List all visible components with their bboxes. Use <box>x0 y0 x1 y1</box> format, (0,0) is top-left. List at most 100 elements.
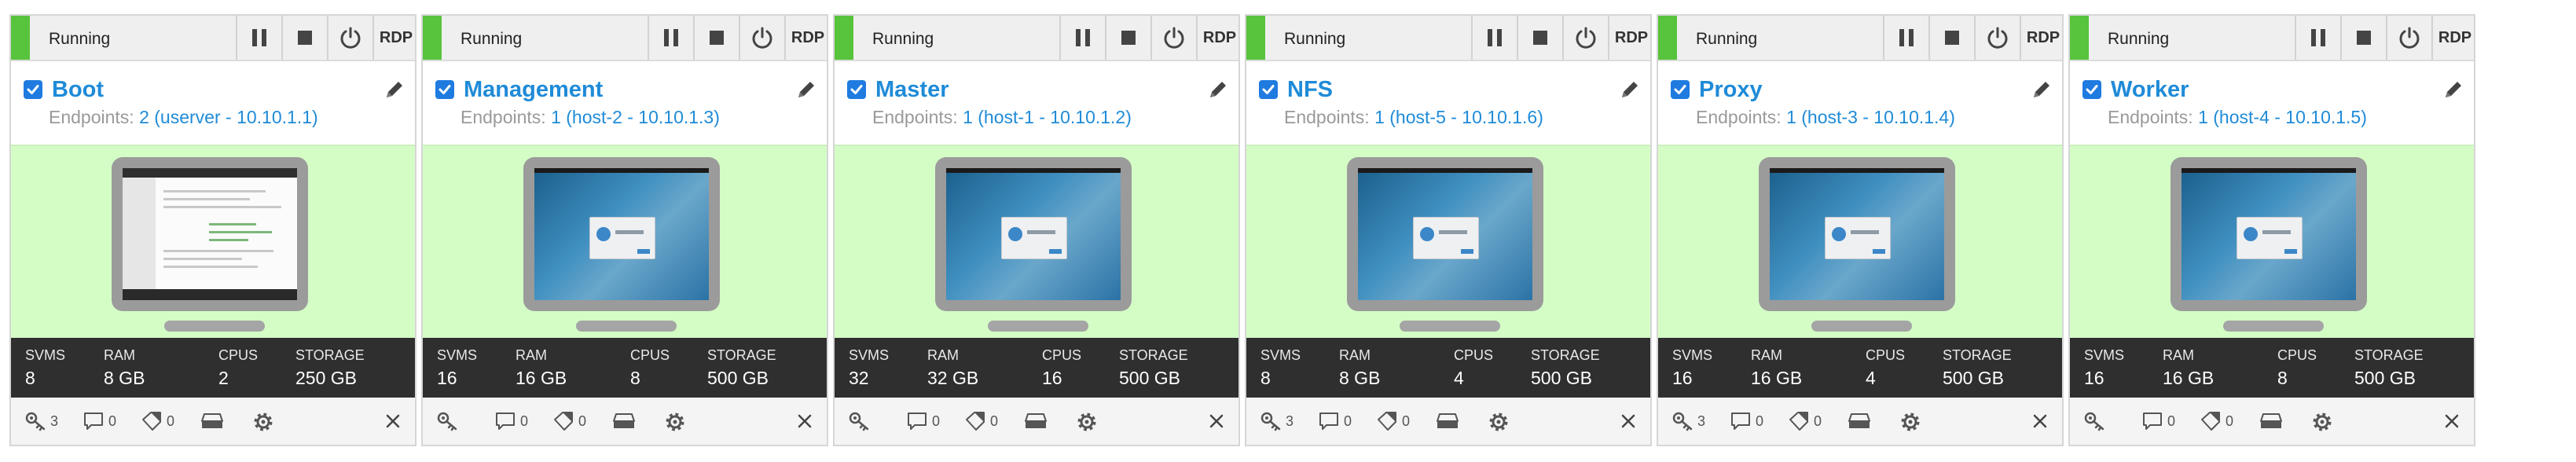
remove-vm-button[interactable] <box>2441 410 2463 432</box>
console-preview[interactable] <box>423 145 827 338</box>
endpoints-link[interactable]: 1 (host-2 - 10.10.1.3) <box>551 107 720 127</box>
power-button[interactable] <box>327 16 372 60</box>
keys-button[interactable] <box>435 410 462 432</box>
comments-button[interactable]: 0 <box>905 410 940 432</box>
pause-button[interactable] <box>648 16 693 60</box>
vm-select-checkbox[interactable] <box>2082 80 2101 99</box>
power-button[interactable] <box>1974 16 2020 60</box>
rdp-button[interactable]: RDP <box>1196 16 1242 60</box>
vm-select-checkbox[interactable] <box>1259 80 1278 99</box>
endpoints-link[interactable]: 2 (userver - 10.10.1.1) <box>139 107 318 127</box>
remove-vm-button[interactable] <box>1205 410 1227 432</box>
remove-vm-button[interactable] <box>794 410 816 432</box>
console-screen[interactable] <box>123 168 297 300</box>
vm-select-checkbox[interactable] <box>435 80 454 99</box>
stop-button[interactable] <box>2340 16 2386 60</box>
power-button[interactable] <box>1562 16 1608 60</box>
vm-name-link[interactable]: NFS <box>1287 77 1333 103</box>
edit-button[interactable] <box>1205 77 1231 102</box>
edit-button[interactable] <box>382 77 407 102</box>
endpoints-link[interactable]: 1 (host-5 - 10.10.1.6) <box>1374 107 1543 127</box>
console-screen[interactable] <box>1358 168 1532 300</box>
vm-select-checkbox[interactable] <box>24 80 42 99</box>
settings-button[interactable] <box>251 410 275 434</box>
settings-button[interactable] <box>1899 410 1922 434</box>
vm-name-link[interactable]: Boot <box>52 77 104 103</box>
endpoints-link[interactable]: 1 (host-4 - 10.10.1.5) <box>2198 107 2367 127</box>
console-screen[interactable] <box>1770 168 1944 300</box>
console-preview[interactable] <box>2070 145 2474 338</box>
endpoints-link[interactable]: 1 (host-1 - 10.10.1.2) <box>963 107 1132 127</box>
vm-name-link[interactable]: Management <box>464 77 603 103</box>
tags-button[interactable]: 0 <box>1787 410 1822 432</box>
comments-button[interactable]: 0 <box>1729 410 1763 432</box>
keys-button[interactable]: 3 <box>1259 410 1294 432</box>
edit-button[interactable] <box>1617 77 1642 102</box>
checkmark-icon <box>27 85 39 94</box>
console-preview[interactable] <box>11 145 415 338</box>
pause-button[interactable] <box>1059 16 1105 60</box>
edit-button[interactable] <box>2029 77 2054 102</box>
pause-button[interactable] <box>1883 16 1928 60</box>
rdp-button[interactable]: RDP <box>372 16 418 60</box>
remove-vm-button[interactable] <box>1617 410 1639 432</box>
keys-button[interactable]: 3 <box>24 410 58 432</box>
edit-button[interactable] <box>2441 77 2466 102</box>
stop-button[interactable] <box>1105 16 1150 60</box>
rdp-button[interactable]: RDP <box>2020 16 2065 60</box>
vm-name-link[interactable]: Worker <box>2111 77 2189 103</box>
stat-value: 16 <box>2084 368 2104 388</box>
console-preview[interactable] <box>1246 145 1650 338</box>
vm-name-link[interactable]: Proxy <box>1699 77 1763 103</box>
power-button[interactable] <box>739 16 784 60</box>
vm-select-checkbox[interactable] <box>847 80 866 99</box>
vm-name-link[interactable]: Master <box>875 77 949 103</box>
drive-button[interactable] <box>1023 410 1048 432</box>
pencil-icon <box>387 82 402 97</box>
remove-vm-button[interactable] <box>382 410 404 432</box>
console-screen[interactable] <box>946 168 1121 300</box>
remove-vm-button[interactable] <box>2029 410 2051 432</box>
tags-button[interactable]: 0 <box>1375 410 1410 432</box>
user-avatar <box>1420 227 1434 241</box>
drive-button[interactable] <box>2259 410 2284 432</box>
tags-button[interactable]: 0 <box>140 410 174 432</box>
console-screen[interactable] <box>2182 168 2356 300</box>
tags-button[interactable]: 0 <box>963 410 998 432</box>
stop-button[interactable] <box>1517 16 1562 60</box>
console-preview[interactable] <box>1658 145 2062 338</box>
pause-button[interactable] <box>2295 16 2340 60</box>
drive-button[interactable] <box>1435 410 1460 432</box>
tags-button[interactable]: 0 <box>2199 410 2233 432</box>
pause-button[interactable] <box>236 16 281 60</box>
pause-button[interactable] <box>1471 16 1517 60</box>
drive-button[interactable] <box>1847 410 1872 432</box>
keys-button[interactable] <box>2082 410 2109 432</box>
settings-button[interactable] <box>663 410 687 434</box>
stop-button[interactable] <box>1928 16 1974 60</box>
settings-button[interactable] <box>1075 410 1099 434</box>
keys-button[interactable] <box>847 410 874 432</box>
stop-button[interactable] <box>281 16 327 60</box>
settings-button[interactable] <box>2310 410 2334 434</box>
edit-button[interactable] <box>794 77 819 102</box>
endpoints-link[interactable]: 1 (host-3 - 10.10.1.4) <box>1786 107 1955 127</box>
keys-button[interactable]: 3 <box>1671 410 1705 432</box>
power-button[interactable] <box>1150 16 1196 60</box>
comments-button[interactable]: 0 <box>1317 410 1352 432</box>
rdp-button[interactable]: RDP <box>784 16 830 60</box>
console-screen[interactable] <box>534 168 709 300</box>
rdp-button[interactable]: RDP <box>1608 16 1653 60</box>
comments-button[interactable]: 0 <box>82 410 116 432</box>
comments-button[interactable]: 0 <box>494 410 528 432</box>
console-preview[interactable] <box>835 145 1238 338</box>
vm-select-checkbox[interactable] <box>1671 80 1690 99</box>
drive-button[interactable] <box>200 410 225 432</box>
settings-button[interactable] <box>1487 410 1510 434</box>
power-button[interactable] <box>2386 16 2431 60</box>
comments-button[interactable]: 0 <box>2141 410 2175 432</box>
tags-button[interactable]: 0 <box>552 410 586 432</box>
drive-button[interactable] <box>611 410 637 432</box>
rdp-button[interactable]: RDP <box>2431 16 2477 60</box>
stop-button[interactable] <box>693 16 739 60</box>
